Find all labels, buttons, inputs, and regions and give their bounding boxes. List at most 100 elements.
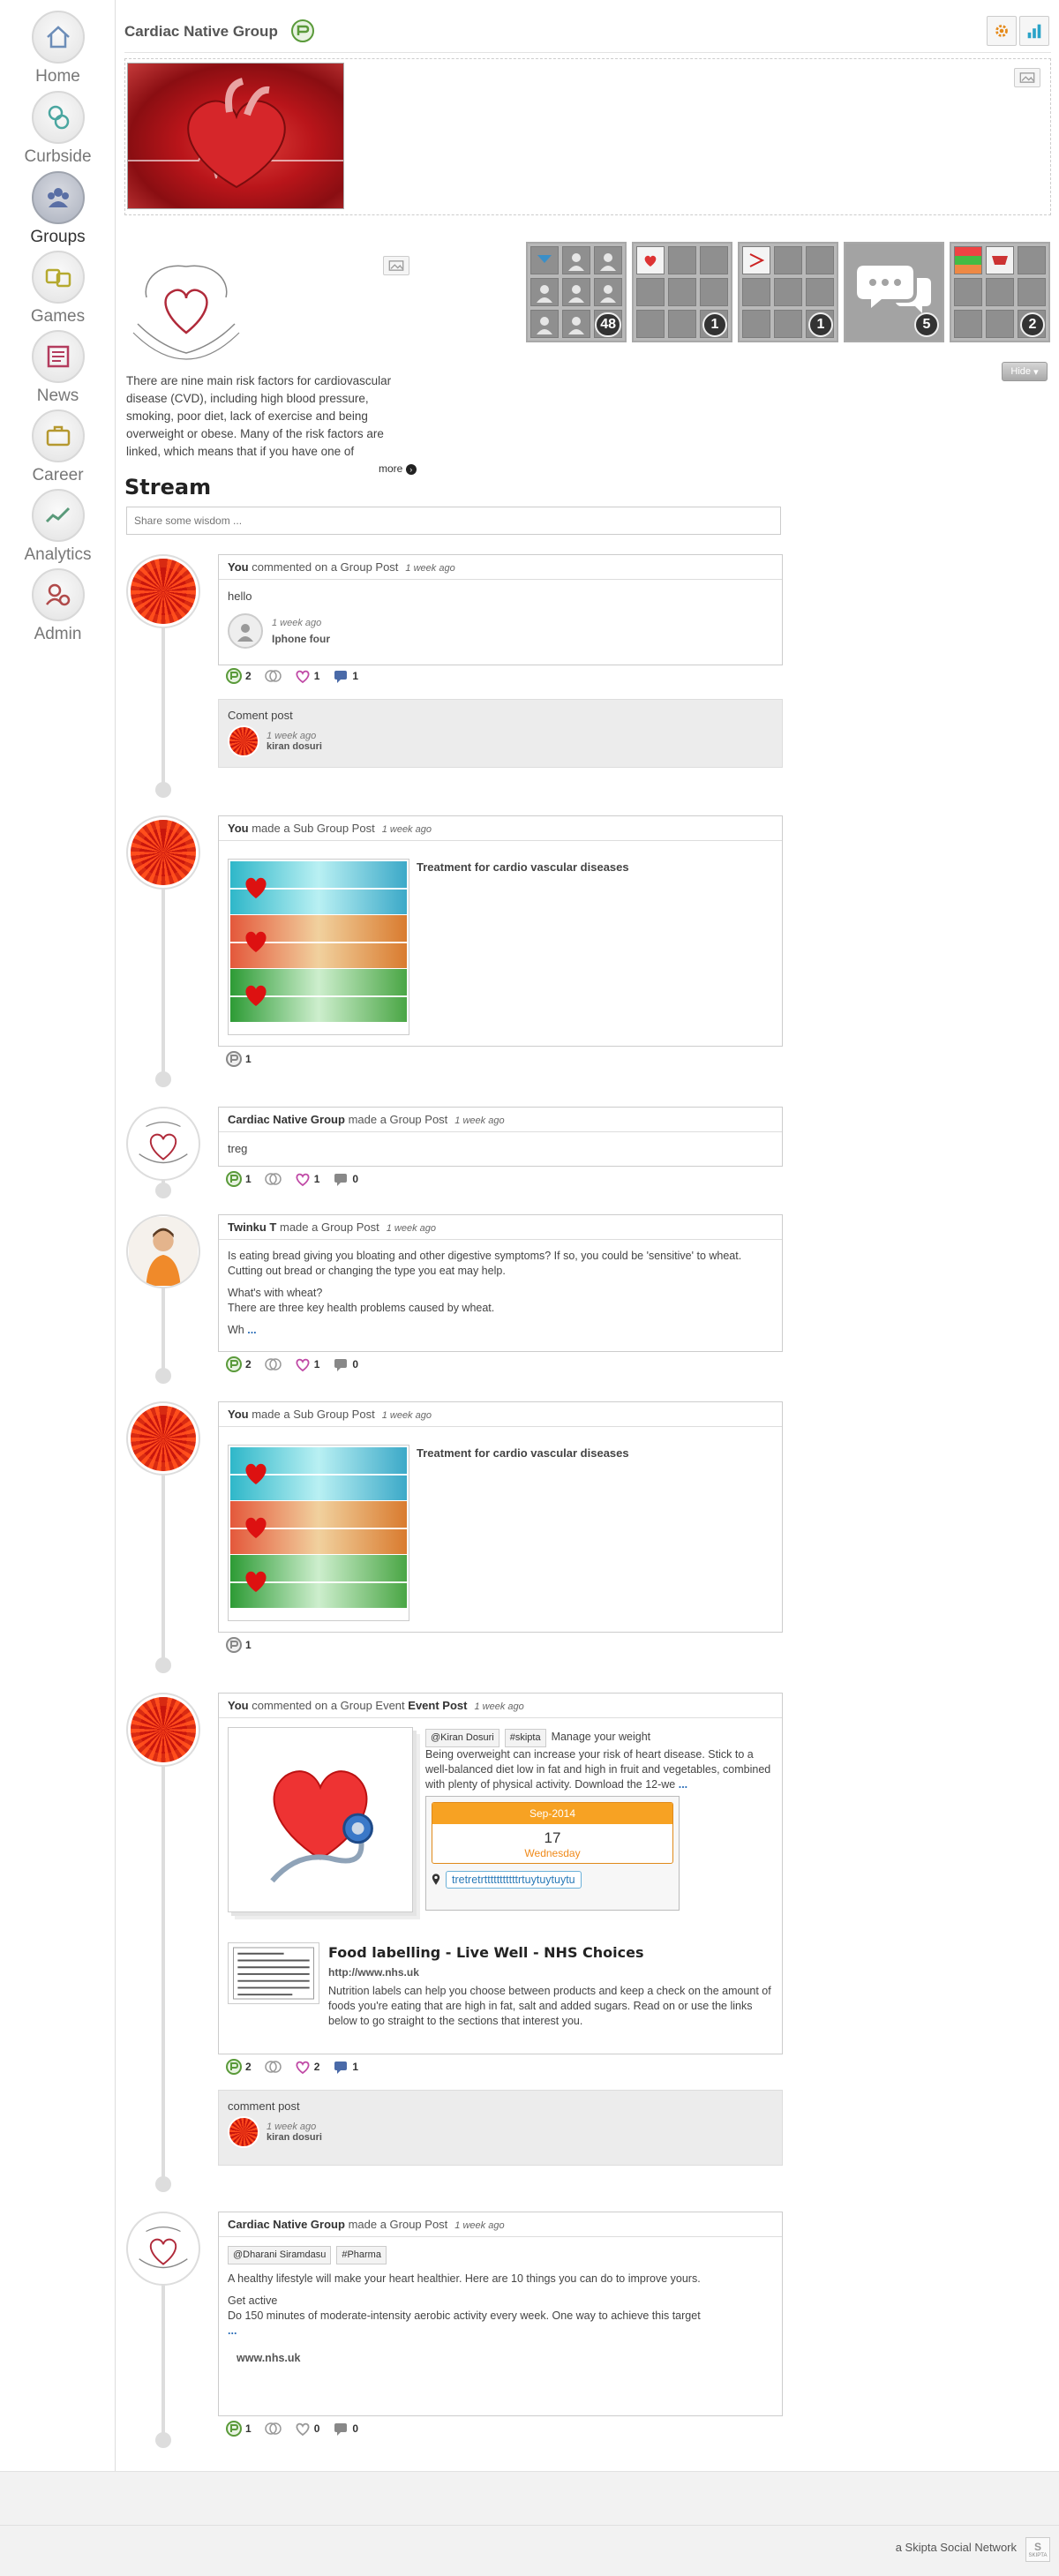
- post-actor[interactable]: Cardiac Native Group: [228, 2218, 345, 2231]
- user-avatar-icon[interactable]: [228, 613, 263, 649]
- commenter-avatar[interactable]: [228, 2116, 259, 2148]
- post-actions: 2 1 0: [218, 1352, 365, 1377]
- post-actor[interactable]: Cardiac Native Group: [228, 1113, 345, 1126]
- avatar[interactable]: [126, 1214, 200, 1288]
- mention-tag[interactable]: @Dharani Siramdasu: [228, 2246, 332, 2264]
- sidebar-item-career[interactable]: Career: [0, 409, 116, 485]
- documents-tile[interactable]: 1: [738, 242, 838, 342]
- heart-button[interactable]: 1: [294, 1170, 319, 1188]
- avatar[interactable]: [126, 1401, 200, 1476]
- share-button[interactable]: [264, 1356, 282, 1373]
- admin-icon: [31, 568, 85, 621]
- read-more-link[interactable]: ...: [228, 2324, 773, 2339]
- sidebar-item-home[interactable]: Home: [0, 11, 116, 86]
- post-time: 1 week ago: [405, 563, 455, 574]
- hashtag[interactable]: #Pharma: [336, 2246, 387, 2264]
- comment-button[interactable]: 0: [332, 2420, 358, 2437]
- empty-cell: [986, 278, 1014, 306]
- link-description: Nutrition labels can help you choose bet…: [328, 1985, 771, 2027]
- event-image[interactable]: [228, 1727, 413, 1912]
- avatar[interactable]: [126, 2212, 200, 2286]
- link-url[interactable]: http://www.nhs.uk: [328, 1966, 773, 1979]
- skipta-logo[interactable]: S SKIPTA: [1025, 2537, 1050, 2562]
- heart-button[interactable]: 1: [294, 667, 319, 685]
- empty-cell: [668, 310, 696, 338]
- like-count: 2: [245, 670, 252, 682]
- like-button[interactable]: 1: [225, 1636, 252, 1654]
- change-logo-button[interactable]: [383, 256, 409, 275]
- link-preview[interactable]: Food labelling - Live Well - NHS Choices…: [328, 1944, 773, 2029]
- mention-tag[interactable]: @Kiran Dosuri: [425, 1729, 499, 1747]
- post-text: Do 150 minutes of moderate-intensity aer…: [228, 2309, 701, 2322]
- avatar[interactable]: [126, 554, 200, 628]
- avatar[interactable]: [126, 815, 200, 890]
- share-button[interactable]: [264, 667, 282, 685]
- comment-button[interactable]: 1: [332, 667, 358, 685]
- link-url[interactable]: www.nhs.uk: [237, 2351, 773, 2366]
- commenter-name[interactable]: kiran dosuri: [267, 741, 322, 752]
- timeline-dot: [155, 1368, 171, 1384]
- share-button[interactable]: [264, 2058, 282, 2076]
- group-logo-thumb: [139, 2227, 188, 2269]
- comment-button[interactable]: 0: [332, 1170, 358, 1188]
- member-avatar: [594, 278, 622, 306]
- heart-button[interactable]: 1: [294, 1356, 319, 1373]
- media-tile[interactable]: 1: [632, 242, 732, 342]
- like-button[interactable]: 1: [225, 2420, 252, 2437]
- change-banner-button[interactable]: [1014, 68, 1040, 87]
- post-actor[interactable]: You: [228, 560, 249, 574]
- post-card: Cardiac Native Group made a Group Post 1 …: [218, 1107, 783, 1167]
- comment-button[interactable]: 1: [332, 2058, 358, 2076]
- read-more-link[interactable]: ...: [247, 1324, 256, 1336]
- event-card[interactable]: Sep-2014 17 Wednesday tretretrtttttttttt…: [425, 1796, 680, 1911]
- commenter-name[interactable]: kiran dosuri: [267, 2132, 322, 2143]
- post-actor[interactable]: You: [228, 1408, 249, 1421]
- empty-cell: [774, 310, 802, 338]
- hide-button[interactable]: Hide ▾: [1002, 362, 1048, 381]
- post-title[interactable]: Treatment for cardio vascular diseases: [417, 860, 629, 874]
- share-input[interactable]: [126, 507, 781, 535]
- sidebar-item-groups[interactable]: Groups: [0, 171, 116, 247]
- post-title[interactable]: Treatment for cardio vascular diseases: [417, 1446, 629, 1460]
- avatar[interactable]: [126, 1693, 200, 1767]
- share-button[interactable]: [264, 2420, 282, 2437]
- heart-button[interactable]: 2: [294, 2058, 319, 2076]
- more-link[interactable]: more ›: [379, 462, 417, 475]
- sidebar-item-curbside[interactable]: Curbside: [0, 91, 116, 167]
- commenter-avatar[interactable]: [228, 725, 259, 757]
- link-thumbnail[interactable]: [228, 1942, 319, 2004]
- products-tile[interactable]: 2: [950, 242, 1050, 342]
- post-image[interactable]: [228, 859, 409, 1035]
- post-actor[interactable]: You: [228, 822, 249, 835]
- discussions-tile[interactable]: 5: [844, 242, 944, 342]
- avatar[interactable]: [126, 1107, 200, 1181]
- post-time: 1 week ago: [454, 1115, 505, 1126]
- settings-button[interactable]: [987, 16, 1017, 46]
- hashtag[interactable]: #skipta: [504, 1729, 546, 1747]
- like-button[interactable]: 2: [225, 2058, 252, 2076]
- sidebar-item-news[interactable]: News: [0, 330, 116, 406]
- share-button[interactable]: [264, 1170, 282, 1188]
- post-event-link[interactable]: Event Post: [408, 1699, 467, 1712]
- post-actor[interactable]: Twinku T: [228, 1220, 276, 1234]
- group-analytics-button[interactable]: [1019, 16, 1049, 46]
- link-title[interactable]: Food labelling - Live Well - NHS Choices: [328, 1944, 773, 1961]
- like-button[interactable]: 1: [225, 1050, 252, 1068]
- sidebar-item-analytics[interactable]: Analytics: [0, 489, 116, 565]
- heart-button[interactable]: 0: [294, 2420, 319, 2437]
- shared-name[interactable]: Iphone four: [272, 631, 330, 647]
- read-more-link[interactable]: ...: [679, 1778, 687, 1791]
- sidebar-item-games[interactable]: Games: [0, 251, 116, 327]
- comment-button[interactable]: 0: [332, 1356, 358, 1373]
- timeline-line: [161, 1285, 165, 1373]
- like-button[interactable]: 2: [225, 1356, 252, 1373]
- like-button[interactable]: 2: [225, 667, 252, 685]
- post-text: A healthy lifestyle will make your heart…: [228, 2272, 701, 2285]
- event-location[interactable]: tretretrtttttttttttrtuytuytuytu: [446, 1871, 582, 1889]
- like-button[interactable]: 1: [225, 1170, 252, 1188]
- sidebar-item-admin[interactable]: Admin: [0, 568, 116, 644]
- post-image[interactable]: [228, 1445, 409, 1621]
- groups-icon: [31, 171, 85, 224]
- members-tile[interactable]: 48: [526, 242, 627, 342]
- post-actor[interactable]: You: [228, 1699, 249, 1712]
